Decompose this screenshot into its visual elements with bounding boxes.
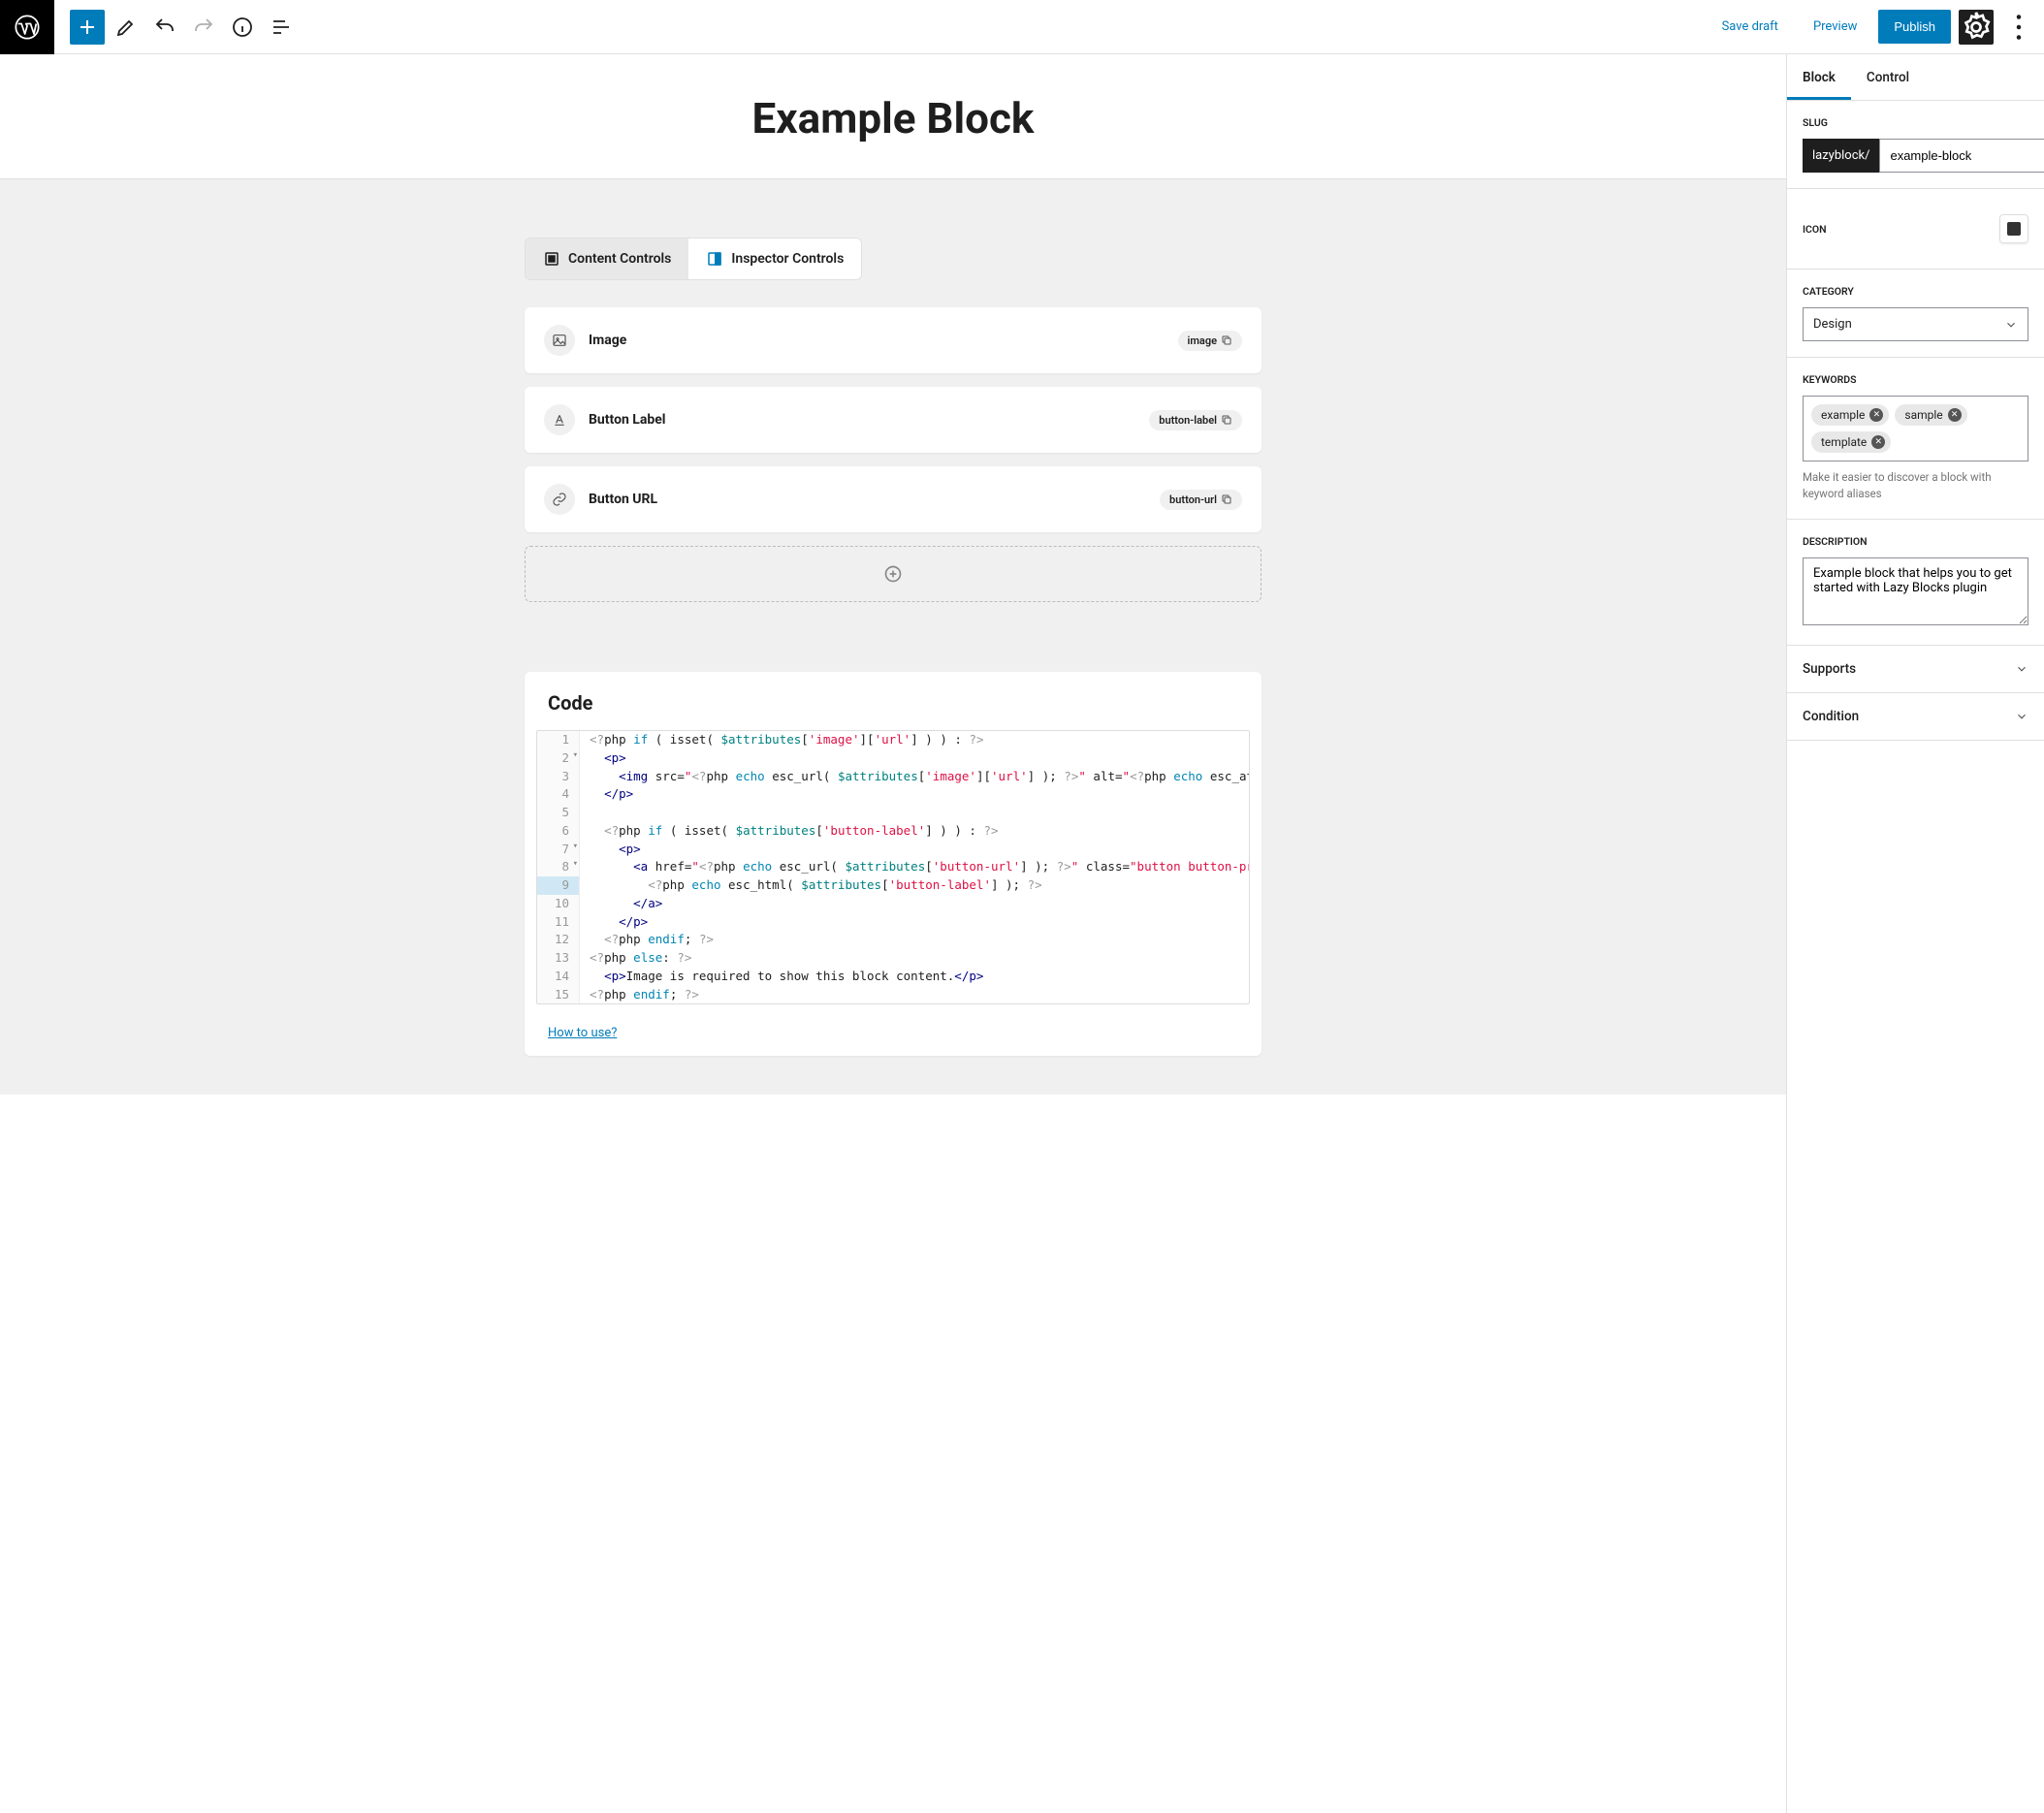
edit-icon[interactable]	[109, 10, 144, 45]
control-slug-badge[interactable]: image	[1178, 331, 1243, 351]
description-textarea[interactable]	[1803, 557, 2028, 625]
code-editor[interactable]: 1<?php if ( isset( $attributes['image'][…	[536, 730, 1250, 1004]
section-category: CATEGORY Design	[1787, 270, 2044, 358]
control-label: Button URL	[589, 492, 1160, 507]
section-slug: SLUG lazyblock/	[1787, 101, 2044, 189]
chevron-down-icon	[2004, 318, 2018, 332]
control-button-label[interactable]: Button Label button-label	[525, 387, 1262, 453]
code-heading: Code	[548, 691, 1238, 715]
settings-button[interactable]	[1959, 10, 1994, 45]
slug-input[interactable]	[1879, 139, 2044, 173]
info-button[interactable]	[225, 10, 260, 45]
category-select[interactable]: Design	[1803, 307, 2028, 341]
code-section: Code 1<?php if ( isset( $attributes['ima…	[525, 672, 1262, 1056]
keyword-pill: example✕	[1811, 404, 1889, 426]
title-area: Example Block	[0, 54, 1786, 179]
tab-content-controls[interactable]: Content Controls	[526, 239, 688, 279]
editor-canvas: Example Block Content Controls Inspector…	[0, 54, 1786, 1813]
tab-label: Content Controls	[568, 251, 671, 267]
tab-label: Inspector Controls	[731, 251, 844, 267]
control-image[interactable]: Image image	[525, 307, 1262, 373]
keywords-label: KEYWORDS	[1803, 373, 2028, 386]
add-control-button[interactable]	[525, 546, 1262, 602]
accordion-supports[interactable]: Supports	[1787, 646, 2044, 693]
section-description: DESCRIPTION	[1787, 520, 2044, 646]
topbar: Save draft Preview Publish	[0, 0, 2044, 54]
how-to-use-link[interactable]: How to use?	[525, 1016, 1262, 1056]
page-title[interactable]: Example Block	[0, 93, 1786, 143]
topbar-actions: Save draft Preview Publish	[1709, 10, 2044, 45]
control-button-url[interactable]: Button URL button-url	[525, 466, 1262, 532]
redo-button[interactable]	[186, 10, 221, 45]
add-block-button[interactable]	[70, 10, 105, 45]
chevron-down-icon	[2015, 662, 2028, 676]
category-label: CATEGORY	[1803, 285, 2028, 298]
sidebar-tabs: Block Control	[1787, 54, 2044, 101]
chevron-down-icon	[2015, 710, 2028, 723]
sidebar: Block Control SLUG lazyblock/ ICON CATEG…	[1786, 54, 2044, 1813]
publish-button[interactable]: Publish	[1878, 10, 1951, 44]
section-keywords: KEYWORDS example✕ sample✕ template✕ Make…	[1787, 358, 2044, 520]
save-draft-button[interactable]: Save draft	[1709, 10, 1792, 44]
control-label: Image	[589, 333, 1178, 348]
section-icon: ICON	[1787, 189, 2044, 270]
accordion-condition[interactable]: Condition	[1787, 693, 2044, 741]
icon-picker[interactable]	[1999, 214, 2028, 243]
undo-button[interactable]	[147, 10, 182, 45]
sidebar-tab-control[interactable]: Control	[1851, 54, 1925, 100]
remove-keyword-button[interactable]: ✕	[1871, 435, 1885, 449]
control-tabs: Content Controls Inspector Controls	[525, 238, 862, 280]
description-label: DESCRIPTION	[1803, 535, 2028, 548]
slug-prefix: lazyblock/	[1803, 139, 1879, 173]
tab-inspector-controls[interactable]: Inspector Controls	[688, 239, 861, 279]
keyword-pill: template✕	[1811, 431, 1891, 453]
link-icon	[544, 484, 575, 515]
keyword-pill: sample✕	[1895, 404, 1966, 426]
wordpress-logo[interactable]	[0, 0, 54, 54]
control-slug-badge[interactable]: button-label	[1149, 410, 1242, 430]
control-label: Button Label	[589, 412, 1149, 428]
more-menu-button[interactable]	[2001, 10, 2036, 45]
keywords-help: Make it easier to discover a block with …	[1803, 469, 2028, 503]
icon-label: ICON	[1803, 223, 1827, 236]
topbar-tools	[54, 10, 299, 45]
outline-button[interactable]	[264, 10, 299, 45]
keywords-input[interactable]: example✕ sample✕ template✕	[1803, 396, 2028, 461]
control-slug-badge[interactable]: button-url	[1160, 490, 1242, 510]
remove-keyword-button[interactable]: ✕	[1948, 408, 1962, 422]
sidebar-tab-block[interactable]: Block	[1787, 54, 1851, 100]
text-icon	[544, 404, 575, 435]
slug-label: SLUG	[1803, 116, 2028, 129]
remove-keyword-button[interactable]: ✕	[1869, 408, 1883, 422]
preview-button[interactable]: Preview	[1800, 10, 1870, 44]
image-icon	[544, 325, 575, 356]
